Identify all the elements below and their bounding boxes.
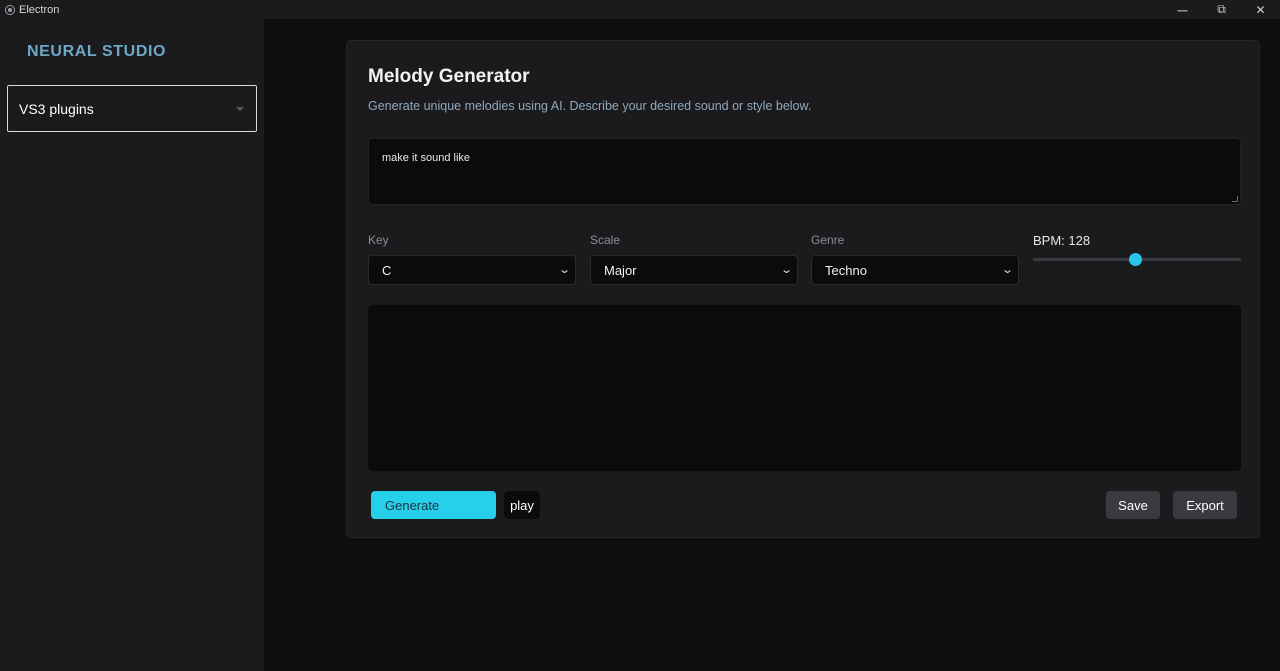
bpm-slider-thumb[interactable]	[1128, 253, 1142, 266]
plugin-select-value: VS3 plugins	[19, 101, 94, 117]
key-select[interactable]: C ⌄	[368, 255, 576, 285]
electron-icon	[5, 4, 15, 15]
melody-output-area	[368, 305, 1241, 471]
genre-select-value: Techno	[825, 263, 867, 278]
prompt-text: make it sound like	[382, 152, 471, 164]
minimize-icon[interactable]: ─	[1163, 0, 1202, 19]
plugin-select[interactable]: VS3 plugins	[7, 85, 257, 132]
sidebar: NEURAL STUDIO VS3 plugins	[0, 19, 264, 671]
prompt-textarea[interactable]: make it sound like	[368, 138, 1241, 205]
scale-select[interactable]: Major ⌄	[590, 255, 798, 285]
main-area: Melody Generator Generate unique melodie…	[264, 19, 1280, 671]
page-subtitle: Generate unique melodies using AI. Descr…	[368, 99, 812, 113]
scale-select-value: Major	[604, 263, 637, 278]
window-title: Electron	[19, 3, 60, 16]
title-bar: Electron ─ ⧉ ✕	[0, 0, 1280, 19]
scale-label: Scale	[590, 233, 621, 247]
play-button[interactable]: play	[504, 491, 540, 519]
melody-generator-card: Melody Generator Generate unique melodie…	[346, 40, 1260, 538]
key-select-value: C	[382, 263, 392, 278]
bpm-label: BPM: 128	[1033, 233, 1091, 248]
save-button[interactable]: Save	[1106, 491, 1160, 519]
page-title: Melody Generator	[368, 66, 530, 87]
chevron-down-icon: ⌄	[1000, 264, 1014, 276]
brand-title: NEURAL STUDIO	[27, 43, 167, 60]
resize-handle-icon[interactable]	[1232, 196, 1238, 202]
export-button[interactable]: Export	[1173, 491, 1237, 519]
window-controls: ─ ⧉ ✕	[1163, 0, 1280, 19]
key-label: Key	[368, 233, 389, 247]
chevron-down-icon: ⌄	[557, 264, 571, 276]
restore-icon[interactable]: ⧉	[1202, 0, 1241, 19]
chevron-down-icon: ⌄	[779, 264, 793, 276]
bpm-slider[interactable]	[1033, 253, 1241, 266]
close-icon[interactable]: ✕	[1241, 0, 1280, 19]
caret-down-icon	[236, 107, 244, 111]
genre-select[interactable]: Techno ⌄	[811, 255, 1019, 285]
genre-label: Genre	[811, 233, 845, 247]
generate-button[interactable]: Generate	[371, 491, 496, 519]
